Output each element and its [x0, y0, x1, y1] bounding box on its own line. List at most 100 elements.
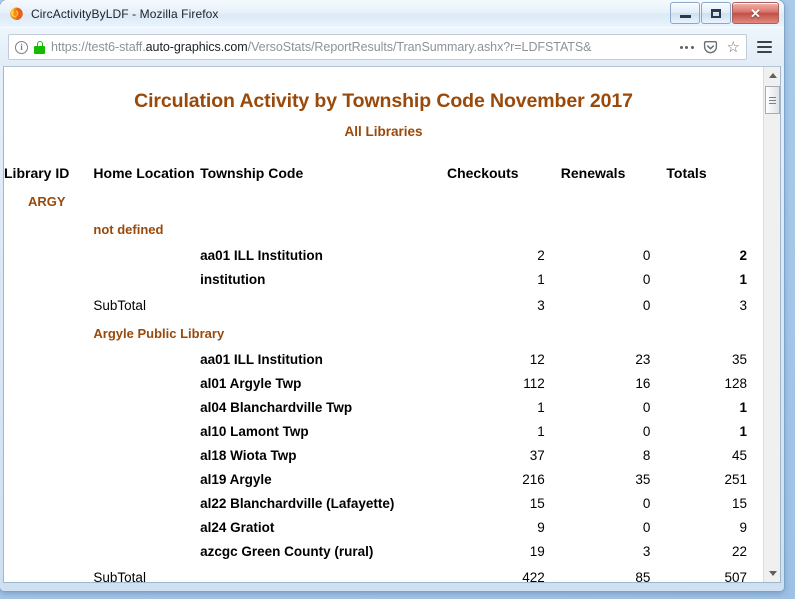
cell-checkouts: 3: [537, 297, 545, 313]
cell-spacer: [200, 291, 447, 319]
scroll-up-button[interactable]: [764, 67, 780, 84]
pocket-icon[interactable]: [703, 40, 718, 55]
cell-spacer: [200, 563, 447, 582]
table-row-subtotal: SubTotal 3 0 3: [4, 291, 763, 319]
cell-township-code: aa01 ILL Institution: [200, 247, 323, 263]
cell-checkouts: 422: [522, 569, 545, 583]
cell-spacer: [4, 515, 93, 539]
cell-totals: 128: [724, 375, 747, 391]
address-bar[interactable]: i https://test6-staff.auto-graphics.com/…: [8, 34, 747, 60]
cell-spacer: [93, 419, 200, 443]
cell-township-code: al04 Blanchardville Twp: [200, 399, 353, 415]
url-text[interactable]: https://test6-staff.auto-graphics.com/Ve…: [51, 40, 670, 54]
table-row-home-location-group: not defined: [4, 215, 763, 243]
table-header: Library ID Home Location Township Code C…: [4, 165, 763, 187]
table-row-home-location-group: Argyle Public Library: [4, 319, 763, 347]
cell-township-code: aa01 ILL Institution: [200, 351, 323, 367]
cell-spacer: [4, 215, 93, 243]
cell-spacer: [93, 443, 200, 467]
report-title: Circulation Activity by Township Code No…: [134, 90, 633, 112]
cell-spacer: [4, 539, 93, 563]
cell-totals: 507: [724, 569, 747, 583]
table-row: al24 Gratiot 9 0 9: [4, 515, 763, 539]
cell-spacer: [4, 291, 93, 319]
column-header-renewals: Renewals: [560, 165, 626, 181]
hamburger-icon[interactable]: [753, 41, 776, 53]
cell-spacer: [4, 371, 93, 395]
cell-spacer: [93, 243, 200, 267]
star-icon[interactable]: ☆: [727, 40, 740, 55]
cell-spacer: [93, 267, 200, 291]
cell-spacer: [4, 319, 93, 347]
site-identity-block[interactable]: i: [15, 40, 45, 54]
cell-totals: 251: [724, 471, 747, 487]
close-icon: ✕: [750, 5, 761, 21]
cell-township-code: al10 Lamont Twp: [200, 423, 309, 439]
column-header-township-code: Township Code: [200, 165, 304, 181]
title-bar-left-group: CircActivityByLDF - Mozilla Firefox: [9, 0, 219, 27]
cell-spacer: [4, 395, 93, 419]
cell-renewals: 8: [642, 447, 651, 463]
chevron-down-icon: [768, 571, 777, 576]
cell-renewals: 0: [642, 399, 651, 415]
info-icon[interactable]: i: [15, 40, 28, 54]
scroll-down-button[interactable]: [764, 565, 780, 582]
table-header-row: Library ID Home Location Township Code C…: [4, 165, 763, 187]
minimize-icon: [679, 14, 691, 18]
cell-totals: 35: [731, 351, 747, 367]
page-scrollbar[interactable]: [763, 67, 780, 582]
cell-totals: 9: [739, 519, 747, 535]
cell-spacer: [93, 371, 200, 395]
table-row: azcgc Green County (rural) 19 3 22: [4, 539, 763, 563]
cell-township-code: al18 Wiota Twp: [200, 447, 297, 463]
cell-renewals: 85: [635, 569, 651, 583]
maximize-icon: [711, 8, 721, 18]
firefox-logo-icon: [9, 6, 24, 21]
cell-renewals: 0: [642, 519, 651, 535]
cell-township-code: institution: [200, 271, 266, 287]
cell-checkouts: 1: [537, 423, 545, 439]
cell-spacer: [93, 491, 200, 515]
scrollbar-thumb[interactable]: [765, 86, 780, 114]
cell-checkouts: 37: [529, 447, 545, 463]
minimize-button[interactable]: [670, 2, 700, 24]
url-suffix: /VersoStats/ReportResults/TranSummary.as…: [247, 40, 592, 54]
cell-totals: 1: [739, 399, 747, 415]
cell-totals: 1: [739, 423, 747, 439]
padlock-icon[interactable]: [34, 40, 45, 54]
url-prefix: https://test6-staff.: [51, 40, 146, 54]
column-header-totals: Totals: [666, 165, 707, 181]
grip-icon: [769, 96, 776, 104]
cell-spacer: [93, 395, 200, 419]
table-row: aa01 ILL Institution 12 23 35: [4, 347, 763, 371]
cell-totals: 1: [739, 271, 747, 287]
table-body: ARGY not defined aa01 ILL Institution 2 0 2 in…: [4, 187, 763, 583]
close-button[interactable]: ✕: [732, 2, 779, 24]
window-bottom-strip: [0, 583, 784, 589]
cell-spacer: [4, 347, 93, 371]
url-domain: auto-graphics.com: [145, 40, 248, 54]
maximize-button[interactable]: [701, 2, 731, 24]
cell-subtotal-label: SubTotal: [93, 569, 146, 583]
cell-spacer: [4, 563, 93, 582]
window-title-bar: CircActivityByLDF - Mozilla Firefox ✕: [0, 0, 784, 28]
cell-renewals: 35: [635, 471, 651, 487]
chevron-up-icon: [768, 73, 777, 78]
cell-spacer: [93, 515, 200, 539]
cell-township-code: al01 Argyle Twp: [200, 375, 302, 391]
cell-checkouts: 12: [529, 351, 545, 367]
address-bar-actions: ☆: [676, 40, 740, 55]
cell-spacer: [4, 443, 93, 467]
cell-totals: 45: [731, 447, 747, 463]
cell-spacer: [4, 419, 93, 443]
cell-renewals: 0: [642, 423, 651, 439]
cell-totals: 3: [739, 297, 747, 313]
ellipsis-icon[interactable]: [679, 45, 694, 49]
cell-checkouts: 112: [523, 375, 545, 391]
cell-totals: 22: [731, 543, 747, 559]
cell-renewals: 0: [642, 297, 651, 313]
cell-spacer: [4, 467, 93, 491]
cell-renewals: 16: [635, 375, 651, 391]
report-subtitle: All Libraries: [344, 124, 423, 139]
report-table: Library ID Home Location Township Code C…: [4, 165, 763, 582]
